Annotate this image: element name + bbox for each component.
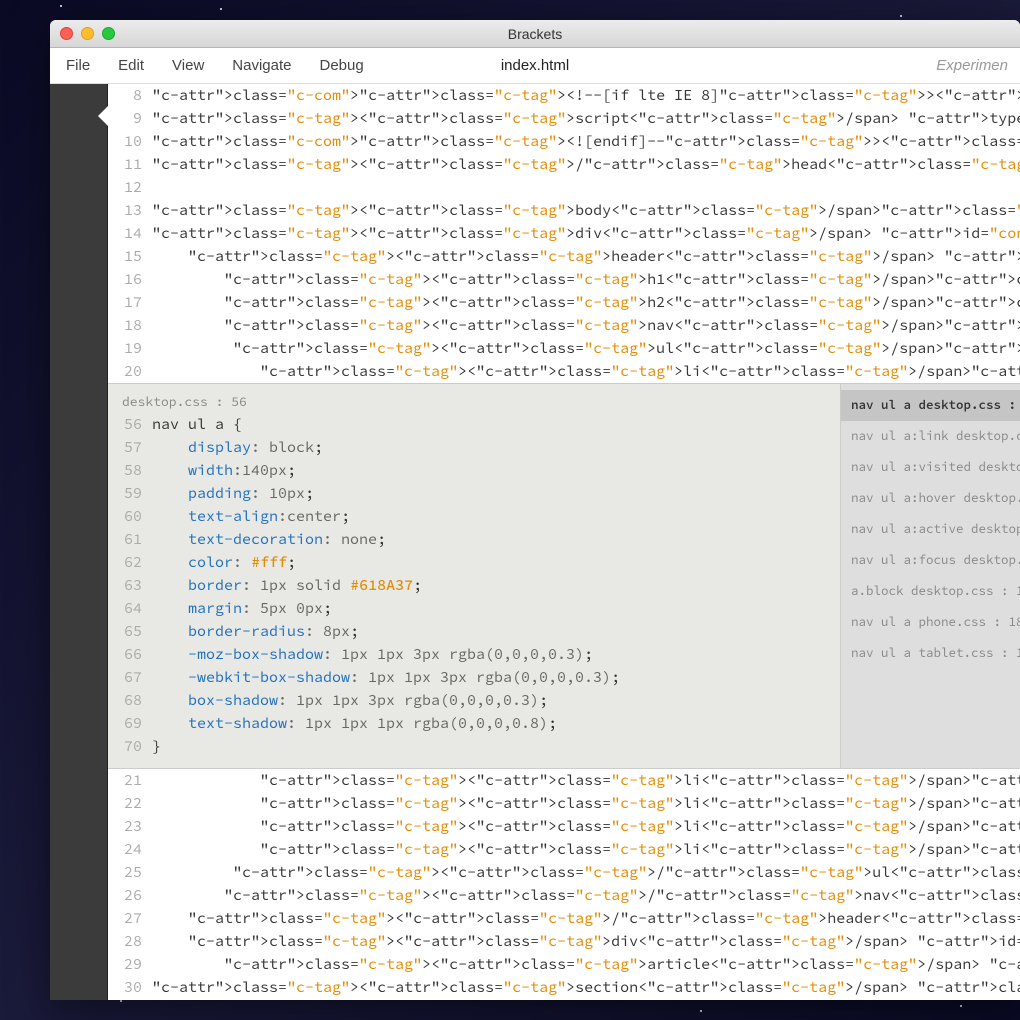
traffic-lights: [60, 27, 115, 40]
gutter-inline: 56 57 58 59 60 61 62 63 64 65 66 67 68 6…: [108, 413, 152, 758]
rule-list-item[interactable]: nav ul a:visited deskto: [841, 452, 1020, 483]
close-icon[interactable]: [60, 27, 73, 40]
zoom-icon[interactable]: [102, 27, 115, 40]
rule-list-item[interactable]: nav ul a tablet.css : 15: [841, 638, 1020, 669]
menu-navigate[interactable]: Navigate: [232, 57, 291, 74]
code-lines-bottom[interactable]: "c-attr">class="c-tag"><"c-attr">class="…: [152, 769, 1020, 1000]
editor-body: 8 9 10 11 12 13 14 15 16 17 18 19 20 "c-…: [50, 84, 1020, 1000]
rule-list-item[interactable]: nav ul a desktop.css : 5: [841, 390, 1020, 421]
code-lines-top[interactable]: "c-attr">class="c-com">"c-attr">class="c…: [152, 84, 1020, 383]
menu-debug[interactable]: Debug: [319, 57, 363, 74]
menu-edit[interactable]: Edit: [118, 57, 144, 74]
menu-bar: File Edit View Navigate Debug index.html…: [50, 48, 1020, 84]
sidebar[interactable]: [50, 84, 108, 1000]
rule-list-item[interactable]: nav ul a:active desktop: [841, 514, 1020, 545]
inline-editor-panel: desktop.css : 56 56 57 58 59 60 61 62 63…: [108, 383, 1020, 769]
sidebar-arrow-icon: [98, 106, 108, 126]
main-code-top[interactable]: 8 9 10 11 12 13 14 15 16 17 18 19 20 "c-…: [108, 84, 1020, 383]
desktop-background: Brackets File Edit View Navigate Debug i…: [0, 0, 1020, 1020]
gutter-bottom: 21 22 23 24 25 26 27 28 29 30 31 32 33: [108, 769, 152, 1000]
rule-list-item[interactable]: nav ul a:hover desktop.: [841, 483, 1020, 514]
window-title: Brackets: [508, 26, 562, 42]
rule-list-item[interactable]: nav ul a:focus desktop.: [841, 545, 1020, 576]
window-titlebar[interactable]: Brackets: [50, 20, 1020, 48]
main-code-bottom[interactable]: 21 22 23 24 25 26 27 28 29 30 31 32 33 "…: [108, 769, 1020, 1000]
experimental-label: Experimen: [936, 57, 1008, 74]
rule-list-item[interactable]: nav ul a phone.css : 18: [841, 607, 1020, 638]
app-window: Brackets File Edit View Navigate Debug i…: [50, 20, 1020, 1000]
rule-list-item[interactable]: a.block desktop.css : 1: [841, 576, 1020, 607]
menu-file[interactable]: File: [66, 57, 90, 74]
gutter-top: 8 9 10 11 12 13 14 15 16 17 18 19 20: [108, 84, 152, 383]
related-rules-list[interactable]: nav ul a desktop.css : 5nav ul a:link de…: [840, 384, 1020, 768]
document-title: index.html: [501, 57, 569, 74]
menu-view[interactable]: View: [172, 57, 204, 74]
rule-list-item[interactable]: nav ul a:link desktop.c: [841, 421, 1020, 452]
minimize-icon[interactable]: [81, 27, 94, 40]
code-editor[interactable]: 8 9 10 11 12 13 14 15 16 17 18 19 20 "c-…: [108, 84, 1020, 1000]
